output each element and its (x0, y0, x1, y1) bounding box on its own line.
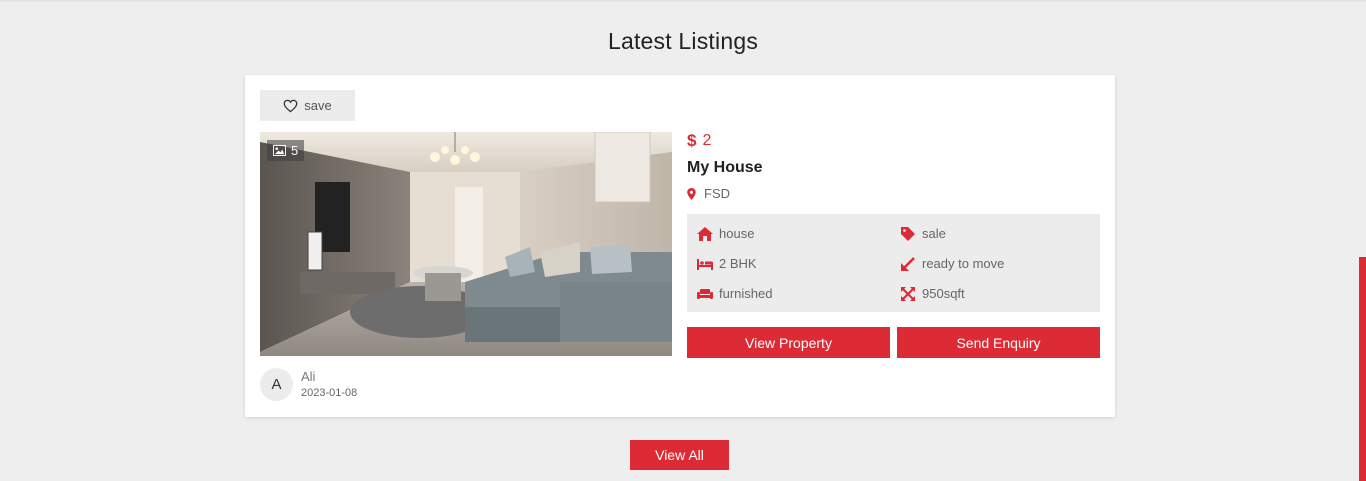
arrow-icon (901, 256, 915, 271)
feature-type-label: house (719, 226, 755, 241)
feature-area: 950sqft (900, 286, 965, 301)
price-value: 2 (702, 132, 712, 149)
heart-icon (283, 99, 298, 112)
view-property-button[interactable]: View Property (687, 327, 890, 358)
author-name: Ali (301, 368, 316, 384)
tag-icon (901, 226, 915, 241)
section-title: Latest Listings (607, 28, 759, 54)
map-pin-icon (687, 187, 696, 200)
features-panel: house sale 2 BHK ready to move furnished… (687, 214, 1100, 312)
bed-icon (697, 258, 713, 270)
send-enquiry-button[interactable]: Send Enquiry (897, 327, 1100, 358)
feature-bedrooms: 2 BHK (697, 256, 757, 271)
save-button[interactable]: save (260, 90, 355, 121)
save-label: save (304, 98, 332, 113)
feature-type: house (697, 226, 754, 241)
listing-actions: View Property Send Enquiry (687, 327, 1100, 358)
sofa-icon (697, 288, 713, 299)
room-image (260, 132, 672, 356)
feature-area-label: 950sqft (922, 286, 965, 301)
price: $ 2 (687, 131, 1100, 150)
feature-status: ready to move (900, 256, 1004, 271)
photo-count-badge: 5 (267, 140, 305, 161)
image-icon (273, 145, 286, 156)
listing-date: 2023-01-08 (301, 386, 358, 399)
feature-furnishing: furnished (697, 286, 772, 301)
home-icon (697, 226, 713, 241)
view-all-button[interactable]: View All (630, 440, 729, 470)
location-label: FSD (704, 186, 730, 201)
side-accent-bar (1359, 257, 1366, 481)
feature-furnishing-label: furnished (719, 286, 773, 301)
feature-bedrooms-label: 2 BHK (719, 256, 757, 271)
feature-purpose: sale (900, 226, 946, 241)
avatar: A (260, 368, 293, 401)
listing-card: save 5 A Ali 2023-01-08 $ 2 My House FSD… (245, 75, 1115, 417)
author: A Ali 2023-01-08 (260, 368, 357, 401)
property-photo[interactable]: 5 (260, 132, 672, 356)
expand-icon (901, 286, 915, 301)
location: FSD (687, 186, 1100, 201)
listing-info: $ 2 My House FSD house sale 2 BHK ready … (687, 131, 1100, 358)
feature-status-label: ready to move (922, 256, 1005, 271)
header-shadow (0, 0, 1366, 3)
feature-purpose-label: sale (922, 226, 946, 241)
price-symbol: $ (687, 131, 697, 150)
property-title[interactable]: My House (687, 159, 1100, 177)
photo-count: 5 (291, 143, 299, 158)
